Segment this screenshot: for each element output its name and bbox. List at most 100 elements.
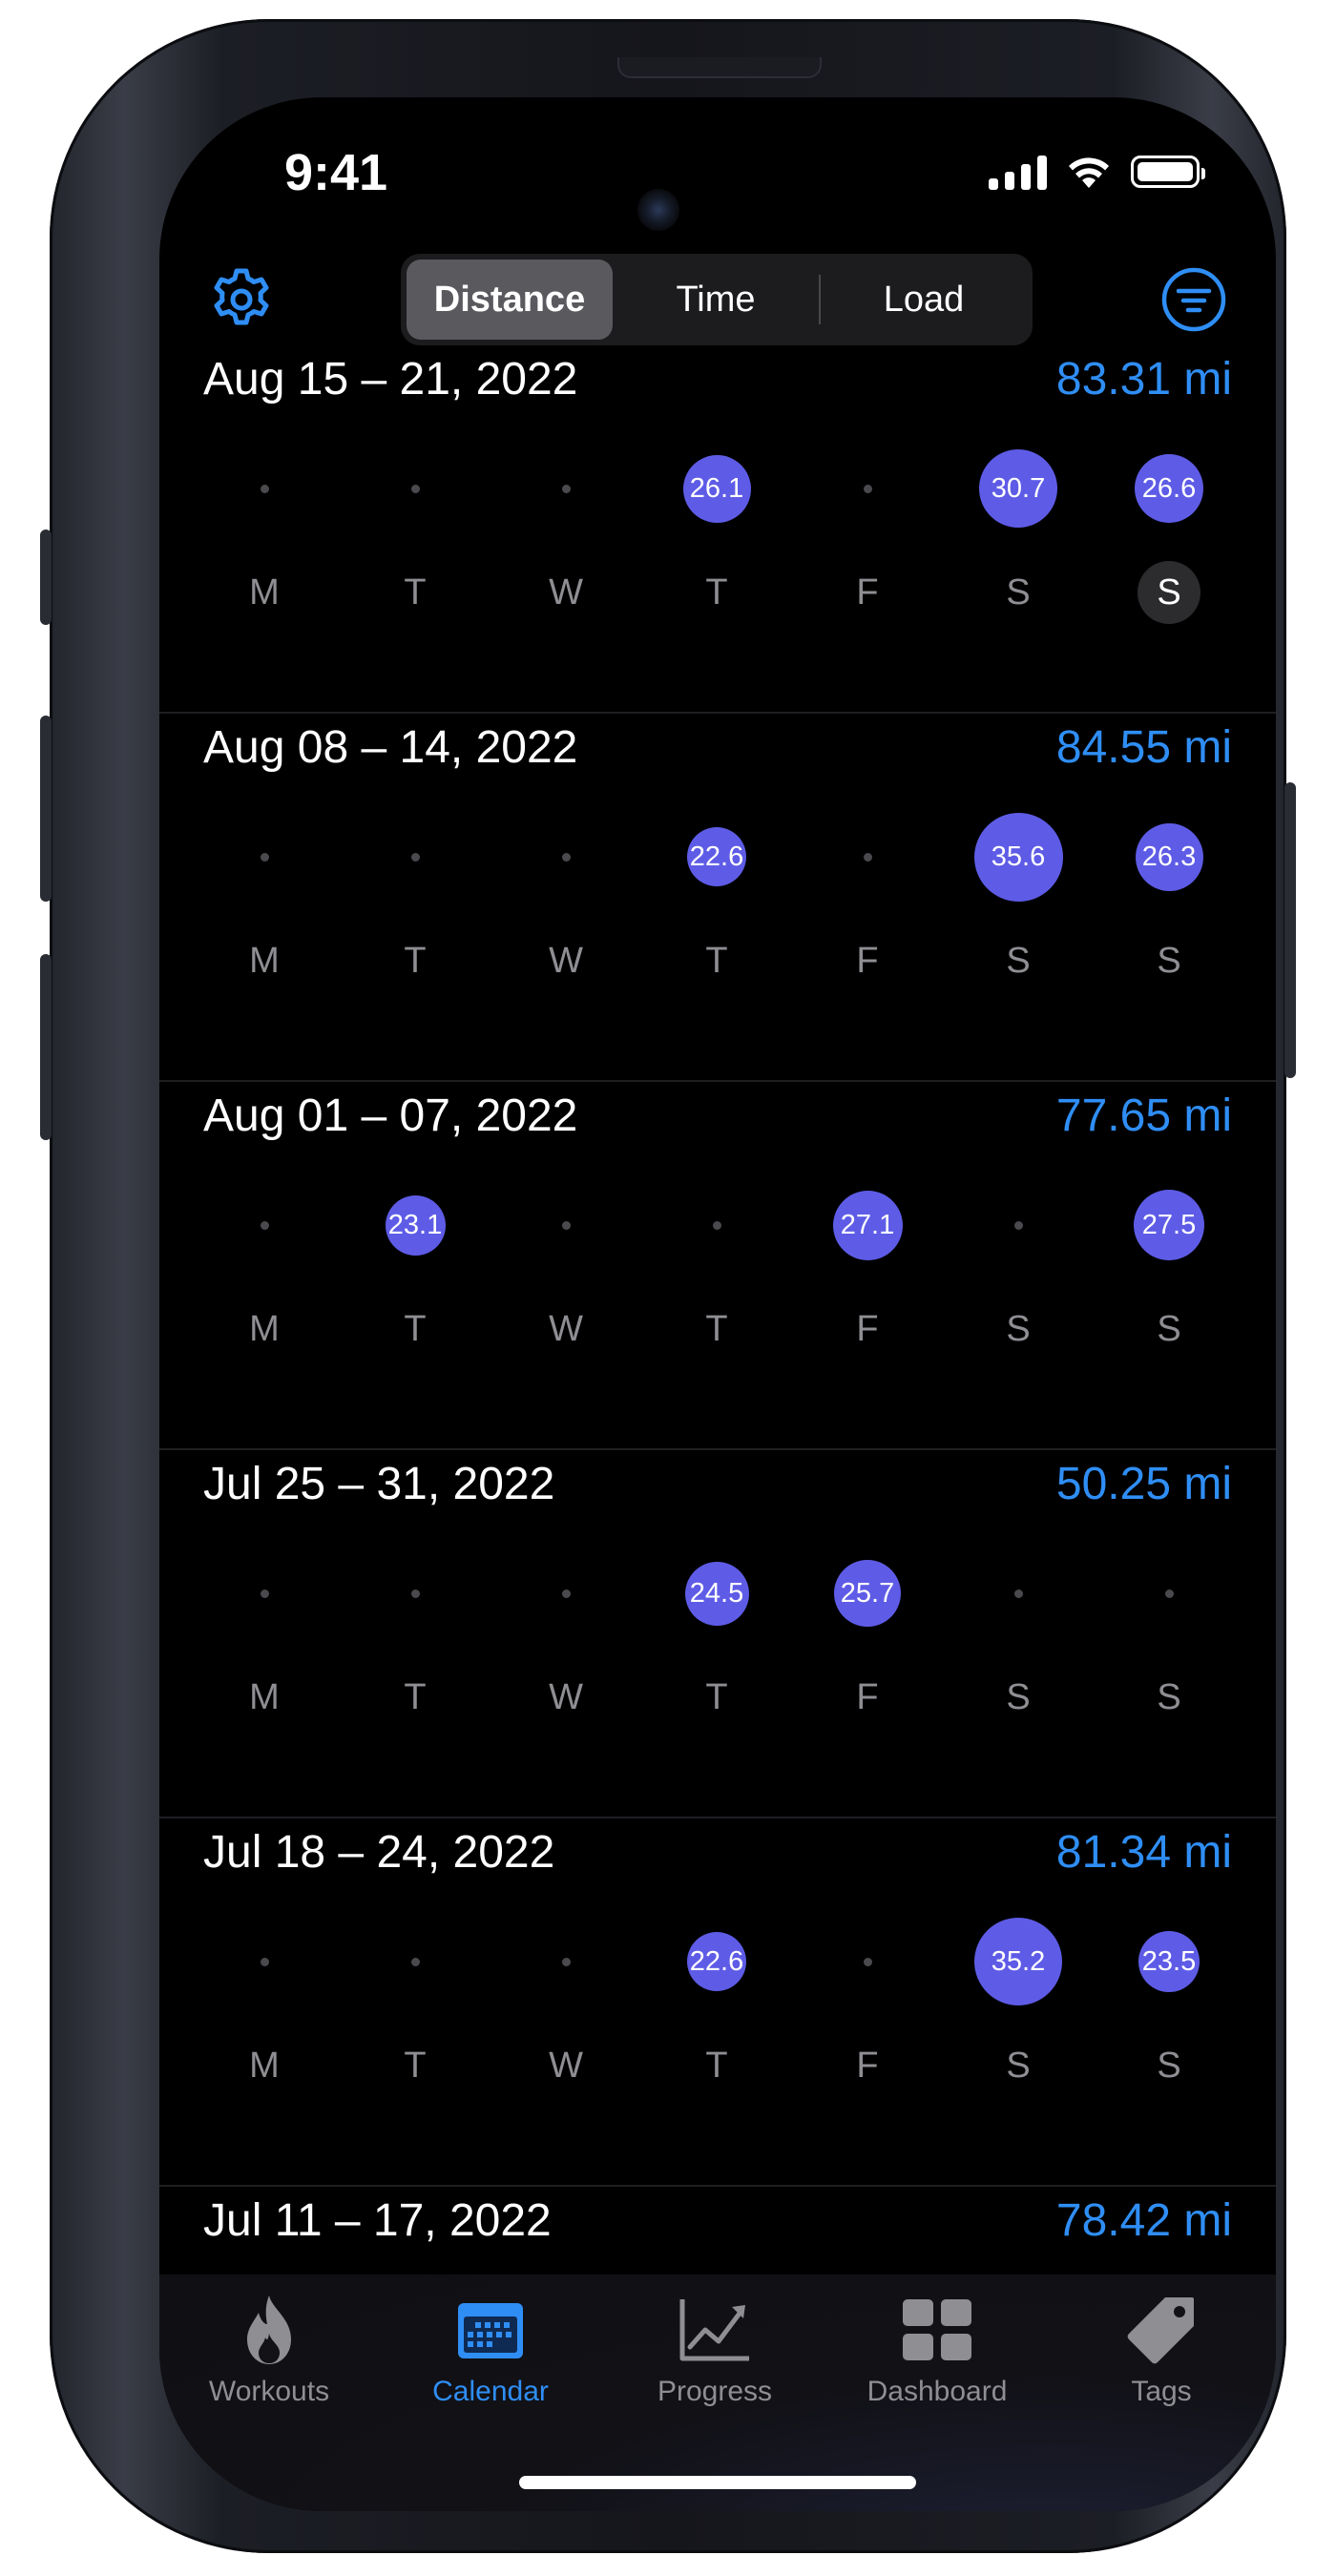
top-bar: Distance Time Load — [159, 250, 1276, 345]
rest-day-dot — [260, 1220, 269, 1230]
week-row[interactable]: Aug 01 – 07, 2022 77.65 mi M 23.1 T W T 27.1 F S 2… — [159, 1082, 1276, 1450]
volume-down-button — [40, 954, 52, 1140]
workout-distance-bubble[interactable]: 27.5 — [1134, 1190, 1204, 1260]
week-date-range: Jul 11 – 17, 2022 — [203, 2195, 552, 2246]
action-button — [40, 530, 52, 625]
volume-up-button — [40, 716, 52, 902]
tab-workouts[interactable]: Workouts — [159, 2292, 379, 2408]
rest-day-dot — [561, 1589, 571, 1598]
workout-distance-bubble[interactable]: 25.7 — [834, 1560, 901, 1627]
workout-distance-bubble[interactable]: 23.5 — [1138, 1931, 1200, 1992]
weekday-label: S — [1157, 2045, 1181, 2086]
week-total-distance: 50.25 mi — [1055, 1459, 1232, 1509]
rest-day-dot — [712, 1220, 721, 1230]
phone-frame: 9:41 Distance Time Load Aug 15 – 21, 202… — [40, 19, 1296, 2553]
weekday-label: W — [549, 571, 583, 613]
filter-button[interactable] — [1159, 265, 1228, 334]
weekday-label: S — [1006, 2045, 1031, 2086]
dashboard-icon — [903, 2299, 971, 2360]
week-date-range: Aug 15 – 21, 2022 — [203, 354, 578, 405]
tab-label: Tags — [1131, 2376, 1192, 2407]
filter-icon — [1161, 267, 1226, 332]
status-icons — [989, 151, 1205, 193]
gear-icon — [214, 268, 269, 325]
tag-icon — [1127, 2297, 1194, 2364]
rest-day-dot — [561, 1957, 571, 1966]
weekday-label: M — [249, 1676, 280, 1717]
rest-day-dot — [410, 1957, 420, 1966]
tab-label: Dashboard — [866, 2376, 1008, 2407]
tab-label: Calendar — [432, 2376, 549, 2407]
tab-progress[interactable]: Progress — [605, 2292, 825, 2408]
power-button — [1284, 782, 1296, 1078]
rest-day-dot — [410, 484, 420, 493]
weekday-label: T — [404, 2045, 427, 2086]
week-date-range: Jul 18 – 24, 2022 — [203, 1827, 555, 1878]
weekday-label: S — [1006, 571, 1031, 613]
weekday-label: S — [1157, 940, 1181, 981]
workout-distance-bubble[interactable]: 22.6 — [687, 1932, 746, 1991]
workout-distance-bubble[interactable]: 27.1 — [832, 1190, 903, 1260]
week-total-distance: 84.55 mi — [1055, 722, 1232, 773]
weekday-label: S — [1157, 1308, 1181, 1349]
rest-day-dot — [863, 852, 872, 862]
tab-tags[interactable]: Tags — [1052, 2292, 1271, 2408]
weekday-label: T — [404, 940, 427, 981]
weekday-label: T — [404, 1676, 427, 1717]
weekday-label: S — [1006, 940, 1031, 981]
home-indicator — [519, 2476, 916, 2489]
weekday-label: T — [705, 940, 728, 981]
flame-icon — [247, 2296, 291, 2364]
tab-calendar[interactable]: Calendar — [381, 2292, 600, 2408]
weekday-label: M — [249, 2045, 280, 2086]
week-row[interactable]: Aug 08 – 14, 2022 84.55 mi M T W 22.6 T F 35.6 S 2… — [159, 714, 1276, 1082]
weekday-label: S — [1121, 559, 1217, 626]
weekday-label: T — [705, 2045, 728, 2086]
rest-day-dot — [1013, 1220, 1023, 1230]
metric-segmented-control: Distance Time Load — [401, 254, 1033, 345]
weekday-label: T — [705, 1676, 728, 1717]
wifi-icon — [1069, 157, 1109, 188]
weekday-label: F — [856, 1308, 879, 1349]
rest-day-dot — [1013, 1589, 1023, 1598]
rest-day-dot — [561, 852, 571, 862]
rest-day-dot — [561, 484, 571, 493]
workout-distance-bubble[interactable]: 30.7 — [979, 449, 1057, 528]
weekday-label: F — [856, 571, 879, 613]
weekday-label: T — [705, 1308, 728, 1349]
weekday-label: T — [404, 1308, 427, 1349]
workout-distance-bubble[interactable]: 24.5 — [684, 1561, 749, 1626]
tab-label: Workouts — [208, 2376, 330, 2407]
weekday-label: M — [249, 1308, 280, 1349]
workout-distance-bubble[interactable]: 26.3 — [1135, 822, 1203, 891]
week-row[interactable]: Aug 15 – 21, 2022 83.31 mi M T W 26.1 T F 30.7 S 2… — [159, 345, 1276, 714]
tab-label: Progress — [657, 2376, 773, 2407]
week-row[interactable]: Jul 18 – 24, 2022 81.34 mi M T W 22.6 T F 35.2 S 2… — [159, 1818, 1276, 2187]
workout-distance-bubble[interactable]: 26.1 — [682, 454, 751, 523]
workout-distance-bubble[interactable]: 22.6 — [687, 827, 746, 886]
calendar-icon — [458, 2303, 523, 2358]
weekday-label: S — [1006, 1308, 1031, 1349]
front-camera — [637, 189, 679, 231]
workout-distance-bubble[interactable]: 35.2 — [974, 1918, 1062, 2005]
segment-distance[interactable]: Distance — [407, 260, 613, 340]
rest-day-dot — [260, 1957, 269, 1966]
workout-distance-bubble[interactable]: 23.1 — [385, 1195, 446, 1256]
settings-button[interactable] — [207, 265, 276, 334]
tab-dashboard[interactable]: Dashboard — [827, 2292, 1047, 2408]
rest-day-dot — [260, 484, 269, 493]
week-date-range: Aug 01 – 07, 2022 — [203, 1091, 578, 1141]
segment-load[interactable]: Load — [821, 260, 1027, 340]
week-row[interactable]: Jul 25 – 31, 2022 50.25 mi M T W 24.5 T 25.7 F S S — [159, 1450, 1276, 1818]
rest-day-dot — [410, 852, 420, 862]
rest-day-dot — [410, 1589, 420, 1598]
rest-day-dot — [863, 484, 872, 493]
weekday-label: F — [856, 2045, 879, 2086]
workout-distance-bubble[interactable]: 35.6 — [973, 812, 1063, 902]
weekday-label: W — [549, 1676, 583, 1717]
cellular-signal-icon — [989, 154, 1047, 190]
week-date-range: Jul 25 – 31, 2022 — [203, 1459, 555, 1509]
workout-distance-bubble[interactable]: 26.6 — [1135, 454, 1203, 523]
segment-time[interactable]: Time — [613, 260, 819, 340]
week-total-distance: 81.34 mi — [1055, 1827, 1232, 1878]
